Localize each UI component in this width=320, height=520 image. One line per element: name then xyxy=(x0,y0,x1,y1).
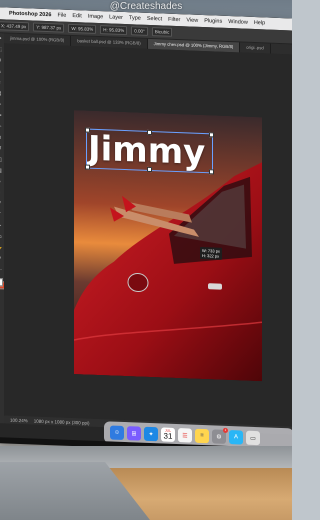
rectangle-icon[interactable]: ▭ xyxy=(0,233,3,241)
calendar-day: 31 xyxy=(163,431,173,441)
launchpad-icon[interactable]: ⊞ xyxy=(127,426,141,441)
menu-view[interactable]: View xyxy=(186,17,198,23)
transform-handle-tr[interactable] xyxy=(209,132,214,138)
side-mirror xyxy=(127,273,149,293)
dodge-icon[interactable]: ◐ xyxy=(0,189,3,197)
size-tooltip: W: 733 px H: 322 px xyxy=(200,246,222,260)
hand-icon[interactable]: ✋ xyxy=(0,244,3,252)
transform-handle-top[interactable] xyxy=(147,129,152,136)
transform-handle-br[interactable] xyxy=(209,169,214,175)
menu-edit[interactable]: Edit xyxy=(72,13,81,19)
x-position-field[interactable]: X: 437.49 px xyxy=(0,21,30,32)
quick-select-icon[interactable]: ✎ xyxy=(0,68,3,76)
app-store-icon[interactable]: A xyxy=(229,430,243,445)
crop-icon[interactable]: ⌗ xyxy=(0,79,3,87)
safari-icon[interactable]: ✦ xyxy=(144,426,158,442)
type-icon[interactable]: T xyxy=(0,211,3,219)
screen: Photoshop 2026 File Edit Image Layer Typ… xyxy=(0,7,292,449)
gradient-icon[interactable]: ▤ xyxy=(0,167,3,175)
menu-window[interactable]: Window xyxy=(228,19,248,26)
menu-help[interactable]: Help xyxy=(254,20,265,26)
menu-layer[interactable]: Layer xyxy=(109,14,123,21)
photo-scene: @Createshades Photoshop 2026 File Edit I… xyxy=(0,0,292,520)
document-canvas[interactable]: Jimmy W: 733 px H: 322 px xyxy=(74,110,262,382)
lasso-icon[interactable]: ᘐ xyxy=(0,57,3,65)
transform-handle-bl[interactable] xyxy=(85,164,90,170)
frame-icon[interactable]: ⊠ xyxy=(0,90,3,98)
blur-icon[interactable]: ● xyxy=(0,178,3,186)
foreground-color-swatch[interactable] xyxy=(0,278,3,287)
y-position-field[interactable]: Y: 987.37 px xyxy=(33,22,65,33)
preview-icon[interactable]: ▭ xyxy=(246,430,260,446)
watermark: @Createshades xyxy=(109,1,183,12)
menu-image[interactable]: Image xyxy=(88,14,103,21)
menu-plugins[interactable]: Plugins xyxy=(204,18,222,25)
stamp-icon[interactable]: ⊛ xyxy=(0,134,3,142)
canvas-area[interactable]: Jimmy W: 733 px H: 322 px xyxy=(4,43,292,427)
finder-icon[interactable]: ☺ xyxy=(110,425,124,440)
pen-icon[interactable]: ✐ xyxy=(0,200,3,208)
transform-handle-tl[interactable] xyxy=(85,127,90,133)
history-brush-icon[interactable]: ↺ xyxy=(0,145,3,153)
menu-type[interactable]: Type xyxy=(129,15,141,21)
brush-icon[interactable]: ✏ xyxy=(0,123,3,131)
monitor: Photoshop 2026 File Edit Image Layer Typ… xyxy=(0,7,292,455)
height-field[interactable]: H: 95.83% xyxy=(100,25,128,36)
eyedropper-icon[interactable]: ✒ xyxy=(0,101,3,109)
marquee-icon[interactable]: ⬚ xyxy=(0,46,3,54)
settings-icon[interactable]: ⚙ 1 xyxy=(212,427,228,444)
menu-select[interactable]: Select xyxy=(147,16,162,23)
healing-icon[interactable]: ✚ xyxy=(0,112,3,120)
notes-icon[interactable]: ≡ xyxy=(195,428,209,444)
door-handle xyxy=(208,283,222,290)
path-select-icon[interactable]: ➤ xyxy=(0,222,3,230)
calendar-icon[interactable]: JUL 31 xyxy=(161,427,175,442)
angle-field[interactable]: 0.00° xyxy=(131,26,148,36)
document-size: 1080 px x 1080 px (300 ppi) xyxy=(33,418,90,426)
menu-filter[interactable]: Filter xyxy=(168,17,180,23)
more-icon[interactable]: ⋯ xyxy=(0,266,3,274)
transform-handle-bottom[interactable] xyxy=(147,166,152,173)
zoom-level[interactable]: 100.24% xyxy=(10,417,28,423)
menu-file[interactable]: File xyxy=(57,12,66,18)
width-field[interactable]: W: 95.83% xyxy=(68,23,97,34)
eraser-icon[interactable]: ◫ xyxy=(0,156,3,164)
reminders-icon[interactable]: ☰ xyxy=(178,428,192,443)
transform-bounding-box[interactable] xyxy=(85,127,214,175)
zoom-icon[interactable]: ⚲ xyxy=(0,255,3,263)
interpolation-select[interactable]: Bicubic xyxy=(151,27,173,37)
settings-badge: 1 xyxy=(223,427,228,433)
move-icon[interactable]: ✥ xyxy=(0,35,3,43)
